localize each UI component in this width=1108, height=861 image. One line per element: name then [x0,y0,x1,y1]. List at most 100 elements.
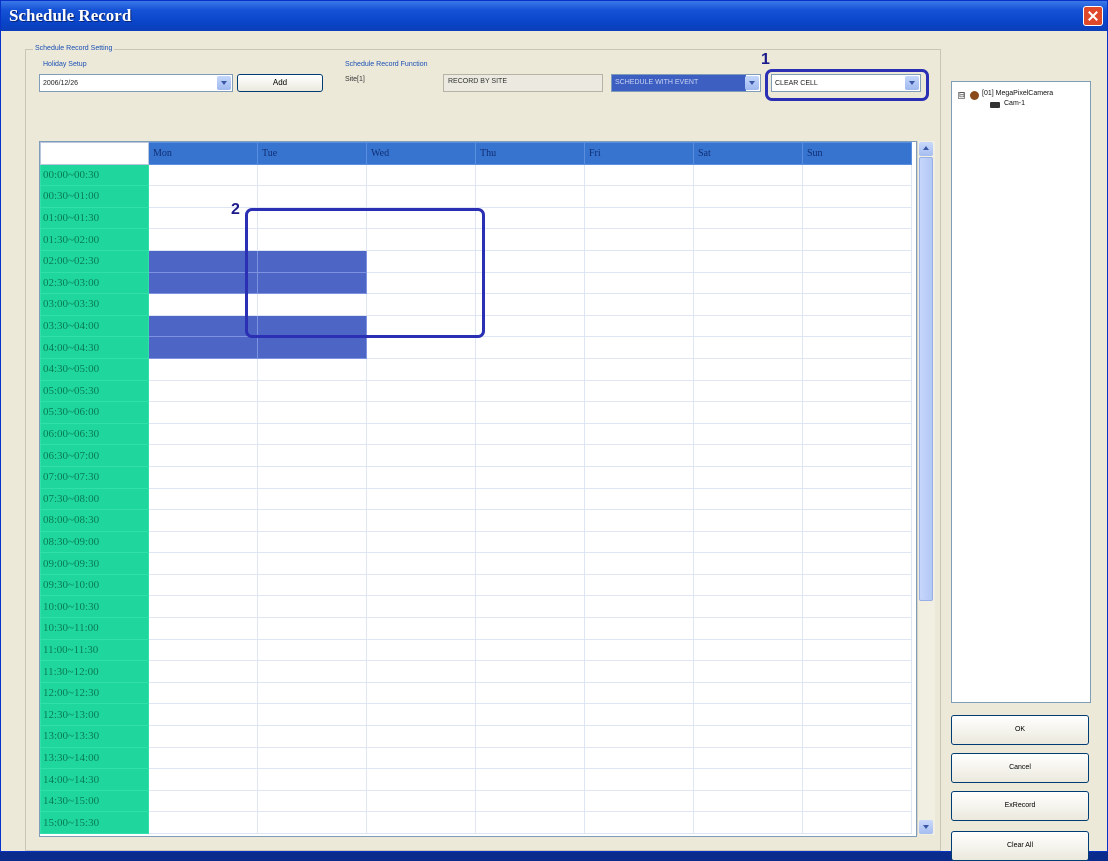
schedule-cell[interactable] [257,465,367,489]
schedule-cell[interactable] [257,357,367,381]
schedule-cell[interactable] [257,768,367,791]
time-slot-label[interactable]: 09:00~09:30 [40,552,149,575]
schedule-cell[interactable] [584,595,694,619]
schedule-cell[interactable] [257,487,367,511]
schedule-cell[interactable] [802,617,912,640]
schedule-cell[interactable] [802,768,912,791]
schedule-cell[interactable] [148,228,258,251]
schedule-cell[interactable] [475,509,585,532]
schedule-cell[interactable] [802,573,912,597]
schedule-cell[interactable] [475,249,585,273]
schedule-cell[interactable] [584,379,694,403]
schedule-cell[interactable] [366,379,476,403]
schedule-cell[interactable] [693,357,803,381]
schedule-cell[interactable] [584,509,694,532]
time-slot-label[interactable]: 10:00~10:30 [40,595,149,619]
schedule-cell[interactable] [257,811,367,834]
schedule-cell[interactable] [366,509,476,532]
schedule-cell[interactable] [148,422,258,446]
schedule-cell[interactable] [257,595,367,619]
schedule-cell[interactable] [584,789,694,813]
schedule-cell[interactable] [257,703,367,727]
schedule-cell[interactable] [584,573,694,597]
chevron-down-icon[interactable] [745,76,759,90]
schedule-cell[interactable] [148,573,258,597]
schedule-cell[interactable] [475,768,585,791]
day-header[interactable]: Thu [475,142,585,165]
schedule-cell[interactable] [802,552,912,575]
schedule-cell[interactable] [475,617,585,640]
tree-child-node[interactable]: Cam-1 [1004,100,1025,107]
schedule-cell[interactable] [584,725,694,748]
schedule-cell[interactable] [366,638,476,662]
schedule-cell[interactable] [257,573,367,597]
schedule-cell[interactable] [693,725,803,748]
schedule-cell[interactable] [802,379,912,403]
schedule-cell[interactable] [366,336,476,359]
schedule-cell[interactable] [693,768,803,791]
schedule-cell[interactable] [693,185,803,208]
schedule-cell[interactable] [693,617,803,640]
schedule-cell[interactable] [802,595,912,619]
schedule-cell[interactable] [366,746,476,770]
schedule-cell[interactable] [366,660,476,683]
schedule-cell[interactable] [475,703,585,727]
time-slot-label[interactable]: 00:00~00:30 [40,163,149,187]
time-slot-label[interactable]: 10:30~11:00 [40,617,149,640]
schedule-cell[interactable] [366,422,476,446]
schedule-cell[interactable] [366,401,476,424]
schedule-cell[interactable] [148,638,258,662]
schedule-cell[interactable] [693,703,803,727]
schedule-cell[interactable] [693,336,803,359]
schedule-cell[interactable] [148,509,258,532]
schedule-cell-selected[interactable] [148,336,258,359]
schedule-cell[interactable] [148,789,258,813]
schedule-cell[interactable] [693,746,803,770]
schedule-cell[interactable] [475,660,585,683]
time-slot-label[interactable]: 08:30~09:00 [40,530,149,554]
time-slot-label[interactable]: 06:30~07:00 [40,444,149,467]
schedule-cell[interactable] [475,444,585,467]
schedule-cell[interactable] [475,746,585,770]
schedule-cell[interactable] [366,789,476,813]
schedule-cell[interactable] [148,401,258,424]
schedule-cell-selected[interactable] [148,249,258,273]
schedule-cell[interactable] [257,552,367,575]
clear-all-button[interactable]: Clear All [951,831,1089,861]
schedule-cell[interactable] [584,746,694,770]
schedule-cell[interactable] [475,163,585,187]
schedule-cell[interactable] [257,185,367,208]
schedule-cell[interactable] [148,617,258,640]
time-slot-label[interactable]: 04:00~04:30 [40,336,149,359]
schedule-cell[interactable] [584,552,694,575]
schedule-cell[interactable] [802,293,912,316]
schedule-cell[interactable] [257,617,367,640]
tree-root-node[interactable]: [01] MegaPixelCamera [982,90,1053,97]
time-slot-label[interactable]: 07:00~07:30 [40,465,149,489]
schedule-cell[interactable] [257,163,367,187]
schedule-cell[interactable] [366,465,476,489]
grid-vertical-scrollbar[interactable] [917,141,935,835]
schedule-mode-select[interactable]: SCHEDULE WITH EVENT [611,74,761,92]
schedule-cell[interactable] [802,206,912,230]
schedule-cell[interactable] [693,681,803,705]
schedule-cell[interactable] [148,530,258,554]
time-slot-label[interactable]: 05:30~06:00 [40,401,149,424]
cancel-button[interactable]: Cancel [951,753,1089,783]
schedule-cell[interactable] [475,379,585,403]
schedule-cell[interactable] [693,811,803,834]
schedule-cell[interactable] [257,379,367,403]
schedule-cell[interactable] [366,768,476,791]
schedule-cell[interactable] [257,638,367,662]
time-slot-label[interactable]: 04:30~05:00 [40,357,149,381]
schedule-cell[interactable] [475,530,585,554]
schedule-cell[interactable] [802,249,912,273]
schedule-cell[interactable] [584,422,694,446]
day-header[interactable]: Sat [693,142,803,165]
schedule-cell[interactable] [693,444,803,467]
chevron-down-icon[interactable] [217,76,231,90]
schedule-cell[interactable] [693,789,803,813]
schedule-cell[interactable] [693,487,803,511]
schedule-cell[interactable] [475,357,585,381]
time-slot-label[interactable]: 15:00~15:30 [40,811,149,834]
